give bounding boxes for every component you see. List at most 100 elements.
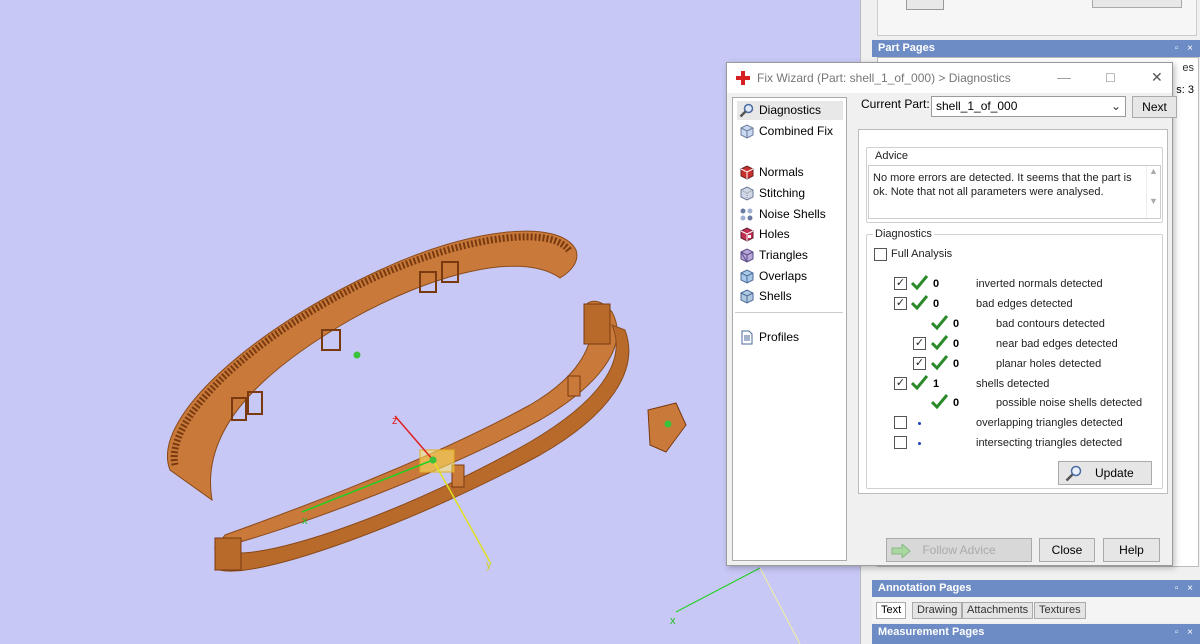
nav-overlaps[interactable]: Overlaps <box>737 267 807 286</box>
green-check-icon <box>931 315 948 331</box>
green-check-icon <box>931 355 948 371</box>
part-pages-count: s: 3 <box>1176 84 1194 96</box>
nav-label: Triangles <box>759 248 808 262</box>
next-button[interactable]: Next <box>1132 96 1177 118</box>
toolbar-button[interactable] <box>906 0 944 10</box>
follow-advice-label: Follow Advice <box>922 543 996 557</box>
bad-contours-count: 0 <box>953 318 960 330</box>
nav-profiles[interactable]: Profiles <box>737 328 799 347</box>
bad-contours-label: bad contours detected <box>996 318 1105 330</box>
measurement-pages-title: Measurement Pages <box>878 626 985 638</box>
advice-label: Advice <box>873 150 911 162</box>
tab-drawing[interactable]: Drawing <box>912 602 963 619</box>
intersecting-triangles-label: intersecting triangles detected <box>976 437 1123 449</box>
measurement-pages-header: Measurement Pages ▫ × <box>872 624 1200 644</box>
current-part-select[interactable]: shell_1_of_000 ⌄ <box>931 96 1126 117</box>
nav-holes[interactable]: Holes <box>737 225 790 244</box>
diagnostics-label: Diagnostics <box>873 228 934 240</box>
profiles-doc-icon <box>739 330 755 345</box>
nav-stitching[interactable]: Stitching <box>737 184 805 203</box>
z-axis-label: z <box>392 415 398 427</box>
minimize-button[interactable]: — <box>1057 69 1071 85</box>
shells-checkbox[interactable]: ✓ <box>894 377 907 390</box>
noise-shells-icon <box>739 207 755 222</box>
tab-attachments[interactable]: Attachments <box>962 602 1034 619</box>
nav-combined-fix[interactable]: Combined Fix <box>737 122 833 141</box>
green-check-icon <box>911 275 928 291</box>
panel-controls[interactable]: ▫ × <box>1175 624 1196 641</box>
top-toolbar-area <box>877 0 1197 36</box>
panel-controls[interactable]: ▫ × <box>1175 40 1196 57</box>
shells-cube-icon <box>739 289 755 304</box>
shells-label: shells detected <box>976 378 1050 390</box>
clasp-part <box>647 402 687 453</box>
overlapping-triangles-checkbox[interactable] <box>894 416 907 429</box>
nav-divider <box>735 312 843 313</box>
inverted-normals-label: inverted normals detected <box>976 278 1103 290</box>
close-icon[interactable]: ✕ <box>1151 69 1163 86</box>
green-check-icon <box>911 375 928 391</box>
nav-label: Stitching <box>759 186 806 200</box>
nav-label: Normals <box>759 165 804 179</box>
near-bad-edges-label: near bad edges detected <box>996 338 1118 350</box>
magnifier-icon <box>1065 465 1083 489</box>
red-cross-icon <box>736 71 750 85</box>
toolbar-field[interactable] <box>1092 0 1182 8</box>
planar-holes-checkbox[interactable]: ✓ <box>913 357 926 370</box>
planar-holes-label: planar holes detected <box>996 358 1102 370</box>
nav-label: Profiles <box>759 330 800 344</box>
nav-noise-shells[interactable]: Noise Shells <box>737 205 826 224</box>
current-part-value: shell_1_of_000 <box>936 99 1018 113</box>
panel-controls[interactable]: ▫ × <box>1175 580 1196 597</box>
annotation-pages-title: Annotation Pages <box>878 582 972 594</box>
triangles-cube-icon <box>739 248 755 263</box>
holes-cube-icon <box>739 227 755 242</box>
nav-shells[interactable]: Shells <box>737 287 792 306</box>
nav-triangles[interactable]: Triangles <box>737 246 808 265</box>
diagnostics-panel: Advice No more errors are detected. It s… <box>858 129 1168 494</box>
nav-label: Combined Fix <box>759 124 834 138</box>
wizard-nav-list: Diagnostics Combined Fix Normals Stitchi… <box>732 97 847 561</box>
tab-textures[interactable]: Textures <box>1034 602 1086 619</box>
maximize-button[interactable]: ☐ <box>1105 71 1116 85</box>
bad-edges-checkbox[interactable]: ✓ <box>894 297 907 310</box>
green-arrow-icon <box>891 542 911 565</box>
shells-count: 1 <box>933 378 940 390</box>
tab-text[interactable]: Text <box>876 602 907 619</box>
inverted-normals-checkbox[interactable]: ✓ <box>894 277 907 290</box>
x-axis-label: x <box>302 515 308 527</box>
planar-holes-count: 0 <box>953 358 960 370</box>
full-analysis-checkbox[interactable] <box>874 248 887 261</box>
x-axis-label-secondary: x <box>670 615 676 627</box>
help-button[interactable]: Help <box>1103 538 1160 562</box>
nav-label: Diagnostics <box>759 103 822 117</box>
follow-advice-button[interactable]: Follow Advice <box>886 538 1032 562</box>
advice-box: No more errors are detected. It seems th… <box>868 165 1161 219</box>
inverted-normals-count: 0 <box>933 278 940 290</box>
dialog-titlebar[interactable]: Fix Wizard (Part: shell_1_of_000) > Diag… <box>727 63 1172 93</box>
nav-label: Holes <box>759 227 790 241</box>
update-button[interactable]: Update <box>1058 461 1152 485</box>
close-button[interactable]: Close <box>1039 538 1095 562</box>
green-check-icon <box>931 394 948 410</box>
stitching-cube-icon <box>739 186 755 201</box>
nav-normals[interactable]: Normals <box>737 163 804 182</box>
intersecting-triangles-checkbox[interactable] <box>894 436 907 449</box>
noise-shells-count: 0 <box>953 397 960 409</box>
magnifier-icon <box>739 103 755 118</box>
normals-cube-icon <box>739 165 755 180</box>
advice-text: No more errors are detected. It seems th… <box>873 172 1132 198</box>
current-part-label: Current Part: <box>861 97 930 111</box>
annotation-pages-header: Annotation Pages ▫ × <box>872 580 1200 597</box>
nav-diagnostics[interactable]: Diagnostics <box>737 101 843 120</box>
cube-icon <box>739 124 755 139</box>
advice-scrollbar[interactable]: ▲ ▼ <box>1146 166 1160 218</box>
fix-wizard-dialog: Fix Wizard (Part: shell_1_of_000) > Diag… <box>726 62 1177 566</box>
update-label: Update <box>1095 466 1134 480</box>
green-check-icon <box>931 335 948 351</box>
part-pages-tab-fragment[interactable]: es <box>1182 62 1194 74</box>
near-bad-edges-checkbox[interactable]: ✓ <box>913 337 926 350</box>
chevron-down-icon: ⌄ <box>1110 99 1121 113</box>
nav-label: Overlaps <box>759 269 808 283</box>
bad-edges-count: 0 <box>933 298 940 310</box>
